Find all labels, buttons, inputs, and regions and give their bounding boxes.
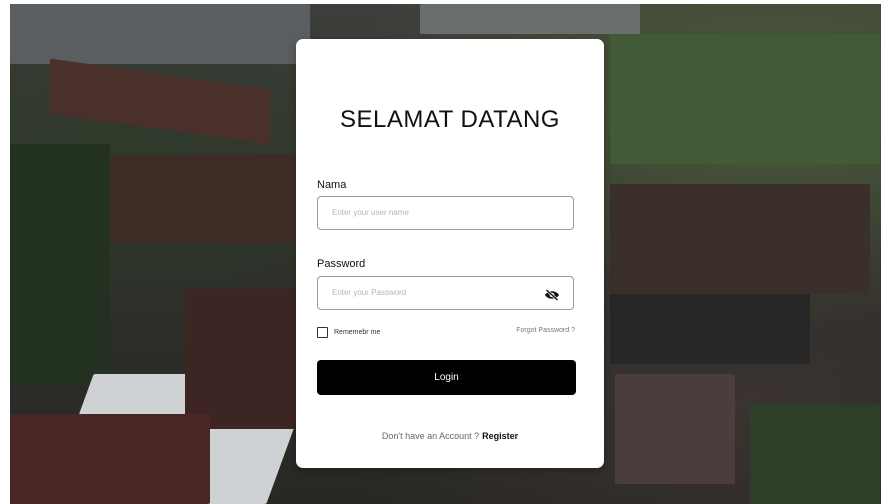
login-card: SELAMAT DATANG Nama Password Rememebr me… <box>296 39 604 468</box>
background-rooftop <box>615 374 735 484</box>
password-label: Password <box>317 258 366 270</box>
background-trees <box>10 144 110 384</box>
register-prompt: Don't have an Account ? Register <box>296 431 604 441</box>
forgot-password-link[interactable]: Forgot Password ? <box>516 327 575 334</box>
register-link[interactable]: Register <box>482 431 518 441</box>
remember-me-label: Rememebr me <box>334 329 381 336</box>
background-rooftop <box>110 154 295 244</box>
name-label: Nama <box>317 179 347 191</box>
background-rooftop <box>610 294 810 364</box>
password-input[interactable] <box>317 276 574 310</box>
background-rooftop <box>420 4 640 34</box>
checkbox-box[interactable] <box>317 327 328 338</box>
background-rooftop <box>10 414 210 504</box>
background-rooftop <box>185 289 305 429</box>
eye-slash-icon[interactable] <box>544 288 560 301</box>
background-trees <box>750 404 880 504</box>
page-title: SELAMAT DATANG <box>340 106 560 133</box>
background-rooftop <box>10 4 310 64</box>
remember-me-checkbox[interactable]: Rememebr me <box>317 327 380 338</box>
background-rooftop <box>50 58 270 145</box>
login-button[interactable]: Login <box>317 360 576 395</box>
no-account-text: Don't have an Account ? <box>381 431 480 441</box>
name-input[interactable] <box>317 196 574 230</box>
background-field <box>610 34 880 164</box>
background-rooftop <box>610 184 870 294</box>
